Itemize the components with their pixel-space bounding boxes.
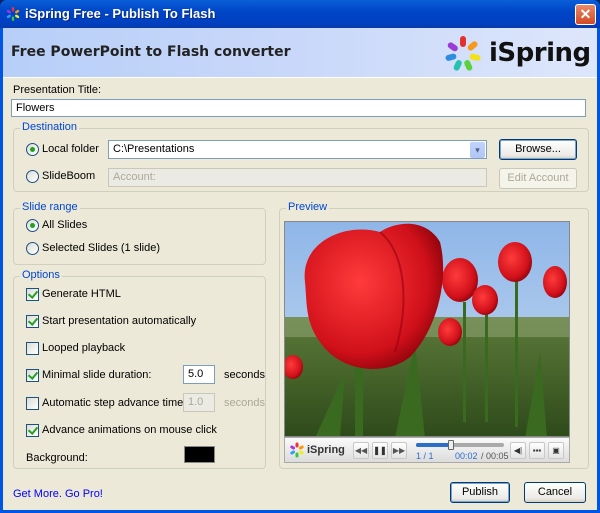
presentation-title-input[interactable]: Flowers [11,99,586,117]
local-folder-combo[interactable]: C:\Presentations ▾ [108,140,487,159]
tulip-photo [285,222,569,436]
slide-range-group: Slide range All Slides Selected Slides (… [13,201,266,265]
close-button[interactable]: ✕ [575,4,596,25]
destination-group-title: Destination [20,121,80,133]
pause-icon: ❚❚ [373,446,387,455]
min-duration-label[interactable]: Minimal slide duration: [42,369,151,381]
time-current: 00:02 [455,451,478,461]
rewind-icon: ◀◀ [354,446,368,455]
header-banner: Free PowerPoint to Flash converter iSpri… [3,28,597,78]
account-input[interactable]: Account: [108,168,487,187]
outline-button[interactable]: ▪▪▪ [529,442,545,459]
slide-range-group-title: Slide range [20,201,80,213]
title-bar[interactable]: iSpring Free - Publish To Flash ✕ [0,0,600,28]
edit-account-button[interactable]: Edit Account [499,168,577,189]
publish-button[interactable]: Publish [450,482,510,503]
outline-icon: ▪▪▪ [532,446,542,455]
player-brand: iSpring [307,444,345,456]
local-folder-value: C:\Presentations [113,143,195,155]
speaker-icon: ◀| [513,446,523,455]
rewind-button[interactable]: ◀◀ [353,442,369,459]
chevron-down-icon[interactable]: ▾ [470,142,485,158]
cancel-button[interactable]: Cancel [524,482,586,503]
logo-text: iSpring [489,38,591,68]
background-label: Background: [26,452,88,464]
all-slides-radio[interactable] [26,219,39,232]
forward-icon: ▶▶ [392,446,406,455]
preview-group-title: Preview [286,201,330,213]
advance-click-label[interactable]: Advance animations on mouse click [42,424,217,436]
min-duration-unit: seconds [224,369,265,381]
fullscreen-button[interactable]: ▣ [548,442,564,459]
window-title: iSpring Free - Publish To Flash [25,6,216,21]
header-title: Free PowerPoint to Flash converter [11,44,291,60]
auto-step-label[interactable]: Automatic step advance time: [42,397,186,409]
progress-thumb[interactable] [448,440,455,450]
ispring-logo: iSpring [443,34,591,72]
ispring-app-icon [6,7,20,21]
destination-group: Destination Local folder C:\Presentation… [13,121,589,192]
slideboom-label[interactable]: SlideBoom [42,170,95,182]
background-color-swatch[interactable] [184,446,215,463]
auto-step-unit: seconds [224,397,265,409]
selected-slides-label[interactable]: Selected Slides (1 slide) [42,242,160,254]
advance-click-checkbox[interactable] [26,424,39,437]
looped-playback-checkbox[interactable] [26,342,39,355]
slideboom-radio[interactable] [26,170,39,183]
go-pro-link[interactable]: Get More. Go Pro! [13,488,103,500]
preview-group: Preview iSpring ◀◀ ❚❚ ▶▶ 1 / 1 00:02 / 0… [279,201,589,469]
dialog-client: Free PowerPoint to Flash converter iSpri… [3,28,597,510]
min-duration-input[interactable]: 5.0 [183,365,215,384]
browse-button[interactable]: Browse... [499,139,577,160]
fullscreen-icon: ▣ [552,446,560,455]
auto-step-checkbox[interactable] [26,397,39,410]
progress-fill [416,443,452,447]
selected-slides-radio[interactable] [26,242,39,255]
forward-button[interactable]: ▶▶ [391,442,407,459]
local-folder-label[interactable]: Local folder [42,143,99,155]
progress-track[interactable] [416,440,504,450]
min-duration-checkbox[interactable] [26,369,39,382]
all-slides-label[interactable]: All Slides [42,219,87,231]
options-group-title: Options [20,269,62,281]
dialog-window: iSpring Free - Publish To Flash ✕ Free P… [0,0,600,513]
generate-html-label[interactable]: Generate HTML [42,288,121,300]
ispring-flower-icon [445,36,481,71]
auto-step-input[interactable]: 1.0 [183,393,215,412]
ispring-player-logo-icon [290,442,304,458]
pause-button[interactable]: ❚❚ [372,442,388,459]
generate-html-checkbox[interactable] [26,288,39,301]
start-auto-label[interactable]: Start presentation automatically [42,315,196,327]
slide-counter: 1 / 1 [416,451,434,461]
slide-preview-image [284,221,570,437]
presentation-title-label: Presentation Title: [13,84,102,96]
time-total: / 00:05 [481,451,509,461]
local-folder-radio[interactable] [26,143,39,156]
options-group: Options Generate HTML Start presentation… [13,269,266,469]
volume-button[interactable]: ◀| [510,442,526,459]
looped-playback-label[interactable]: Looped playback [42,342,125,354]
flash-player-controls: iSpring ◀◀ ❚❚ ▶▶ 1 / 1 00:02 / 00:05 ◀| … [284,437,570,463]
start-auto-checkbox[interactable] [26,315,39,328]
